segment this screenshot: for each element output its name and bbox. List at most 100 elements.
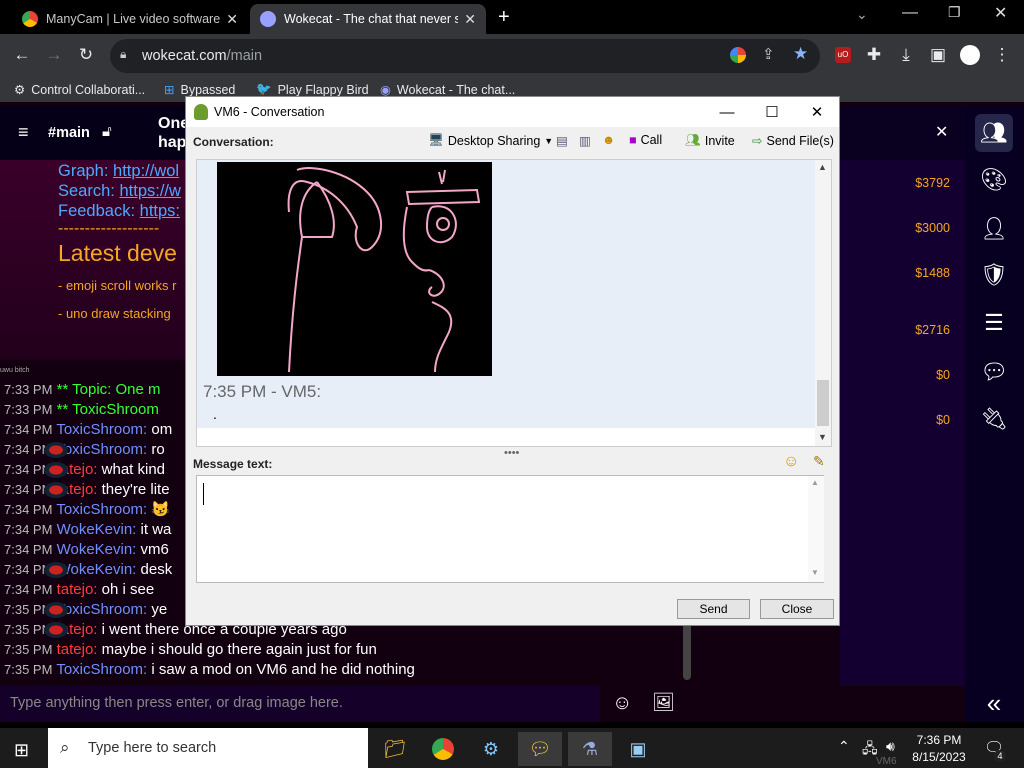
sliders-icon[interactable]: ☰ <box>975 304 1013 342</box>
forward-icon[interactable]: → <box>42 43 66 67</box>
profile-icon[interactable]: 👤︎ <box>975 210 1013 248</box>
ublock-icon[interactable]: uO <box>835 47 851 63</box>
conversation-scrollbar[interactable]: ▲ ▼ <box>815 160 831 446</box>
contact-info-icon[interactable]: ▥ <box>579 133 591 148</box>
tab-wokecat[interactable]: Wokecat - The chat that never sle ✕ <box>250 4 486 34</box>
message-user[interactable]: ** Topic: One m <box>57 381 161 398</box>
splitter-handle[interactable]: •••• <box>504 447 519 459</box>
address-bar[interactable]: 🔒︎ wokecat.com/main ⇪ ★ <box>110 39 820 73</box>
send-files-button[interactable]: ⇨ Send File(s) <box>752 133 834 149</box>
dialog-close-icon[interactable]: ✕ <box>794 97 840 127</box>
palette-icon[interactable]: 🎨︎ <box>975 161 1013 199</box>
smiley-group-icon[interactable]: ☻ <box>602 133 615 147</box>
user-avatar-icon <box>44 602 68 618</box>
message-text-input[interactable]: ▲ ▼ <box>196 475 824 583</box>
profile-avatar-icon[interactable] <box>960 45 980 65</box>
message-user[interactable]: ToxicShroom: <box>56 601 147 618</box>
graph-link[interactable]: http://wol <box>113 162 179 180</box>
emoticon-icon[interactable]: ☺ <box>783 453 799 471</box>
side-panel-icon[interactable]: ▣ <box>926 43 950 67</box>
close-button[interactable]: Close <box>760 599 834 619</box>
shield-icon[interactable]: 🛡︎ <box>975 256 1013 294</box>
volume-icon[interactable]: 🔊︎ <box>886 738 895 755</box>
scroll-up-icon[interactable]: ▲ <box>818 162 827 172</box>
download-icon[interactable]: ⤓ <box>894 43 918 67</box>
clock-date[interactable]: 8/15/2023 <box>906 750 972 764</box>
close-tab-icon[interactable]: ✕ <box>226 11 238 28</box>
tab-search-icon[interactable]: ⌄ <box>856 6 868 23</box>
conversation-view[interactable]: 7:35 PM - VM5: . ▲ ▼ <box>196 159 832 447</box>
steam-icon[interactable]: ⚙ <box>469 732 513 766</box>
wokecat-icon: ◉ <box>380 83 391 97</box>
back-icon[interactable]: ← <box>10 43 34 67</box>
close-tab-icon[interactable]: ✕ <box>464 11 476 28</box>
scroll-up-icon[interactable]: ▲ <box>811 478 819 487</box>
send-button[interactable]: Send <box>677 599 750 619</box>
menu-kebab-icon[interactable]: ⋮ <box>990 43 1014 67</box>
call-button[interactable]: ■ Call <box>629 133 662 147</box>
clock-time[interactable]: 7:36 PM <box>912 733 966 747</box>
chat-input[interactable]: Type anything then press enter, or drag … <box>0 686 600 722</box>
channel-name[interactable]: #main <box>48 125 90 141</box>
windows-start-icon[interactable]: ⊞ <box>14 740 29 761</box>
tab-manycam[interactable]: ManyCam | Live video software & ✕ <box>12 4 248 34</box>
close-window-icon[interactable]: ✕ <box>994 3 1007 23</box>
message-user[interactable]: WokeKevin: <box>57 541 137 558</box>
chat-message: 7:34 PM tatejo: what kind <box>4 460 165 480</box>
message-user[interactable]: ToxicShroom: <box>56 501 147 518</box>
invite-button[interactable]: 👥︎ Invite <box>685 133 735 148</box>
search-link[interactable]: https://w <box>119 182 180 200</box>
bookmark-bypassed[interactable]: ⊞ Bypassed <box>164 82 235 98</box>
chat-app-icon[interactable]: 💬︎ <box>518 732 562 766</box>
collapse-icon[interactable]: « <box>975 684 1013 722</box>
close-panel-icon[interactable]: ✕ <box>935 122 948 142</box>
chrome-icon[interactable] <box>421 732 465 766</box>
message-scrollbar[interactable]: ▲ ▼ <box>808 476 824 582</box>
message-user[interactable]: ToxicShroom: <box>56 661 147 678</box>
message-user[interactable]: tatejo: <box>57 641 98 658</box>
image-upload-icon[interactable]: 🖼︎ <box>652 692 675 713</box>
restore-icon[interactable]: ❐ <box>948 4 961 21</box>
share-icon[interactable]: ⇪ <box>762 45 775 63</box>
feedback-link[interactable]: https: <box>140 202 180 220</box>
plug-icon[interactable]: 🔌︎ <box>975 400 1013 438</box>
hamburger-icon[interactable]: ≡ <box>18 122 29 143</box>
history-icon[interactable]: ▤ <box>556 133 568 148</box>
message-user[interactable]: ** ToxicShroom <box>57 401 159 418</box>
bookmark-control-collab[interactable]: ⚙ Control Collaborati... <box>14 82 145 98</box>
message-user[interactable]: tatejo: <box>57 581 98 598</box>
file-explorer-icon[interactable]: 📁︎ <box>373 732 417 766</box>
info-area: Graph: http://wol Search: https://w Feed… <box>0 160 185 360</box>
message-text: 😼 <box>151 501 171 518</box>
reload-icon[interactable]: ↻ <box>74 43 98 67</box>
window-app-icon[interactable]: ▣ <box>616 732 660 766</box>
users-icon[interactable]: 👥︎ <box>975 114 1013 152</box>
google-icon[interactable] <box>730 47 746 63</box>
message-user[interactable]: ToxicShroom: <box>56 441 147 458</box>
tray-chevron-icon[interactable]: ⌃ <box>838 738 850 755</box>
taskbar-search[interactable]: ⌕ Type here to search <box>48 728 368 768</box>
unlock-icon[interactable]: 🔓︎ <box>102 123 112 140</box>
new-tab-icon[interactable]: + <box>498 6 510 29</box>
bookmark-star-icon[interactable]: ★ <box>793 44 808 64</box>
divider: ------------------- <box>58 220 160 237</box>
message-user[interactable]: ToxicShroom: <box>56 421 147 438</box>
emoji-icon[interactable]: ☺ <box>612 692 632 715</box>
bookmark-icon: ⚙ <box>14 83 26 97</box>
message-user[interactable]: WokeKevin: <box>57 561 137 578</box>
scroll-thumb[interactable] <box>817 380 829 426</box>
message-user[interactable]: WokeKevin: <box>57 521 137 538</box>
minimize-icon[interactable]: — <box>902 4 918 22</box>
scroll-down-icon[interactable]: ▼ <box>811 568 819 577</box>
bookmark-wokecat[interactable]: ◉ Wokecat - The chat... <box>380 82 515 98</box>
desktop-sharing-button[interactable]: 🖥︎ Desktop Sharing ▼ <box>428 133 553 148</box>
dialog-minimize-icon[interactable]: — <box>704 97 750 127</box>
bookmark-flappy[interactable]: 🐦 Play Flappy Bird <box>256 82 369 97</box>
dialog-maximize-icon[interactable]: ☐ <box>749 97 795 127</box>
vm-app-icon[interactable]: ⚗ <box>568 732 612 766</box>
font-settings-icon[interactable]: ✎ <box>813 453 825 470</box>
conversation-content: 7:35 PM - VM5: . <box>197 160 815 428</box>
chat-bubbles-icon[interactable]: 💬︎ <box>975 353 1013 391</box>
extensions-icon[interactable]: ✚ <box>862 43 886 67</box>
scroll-down-icon[interactable]: ▼ <box>818 432 827 442</box>
